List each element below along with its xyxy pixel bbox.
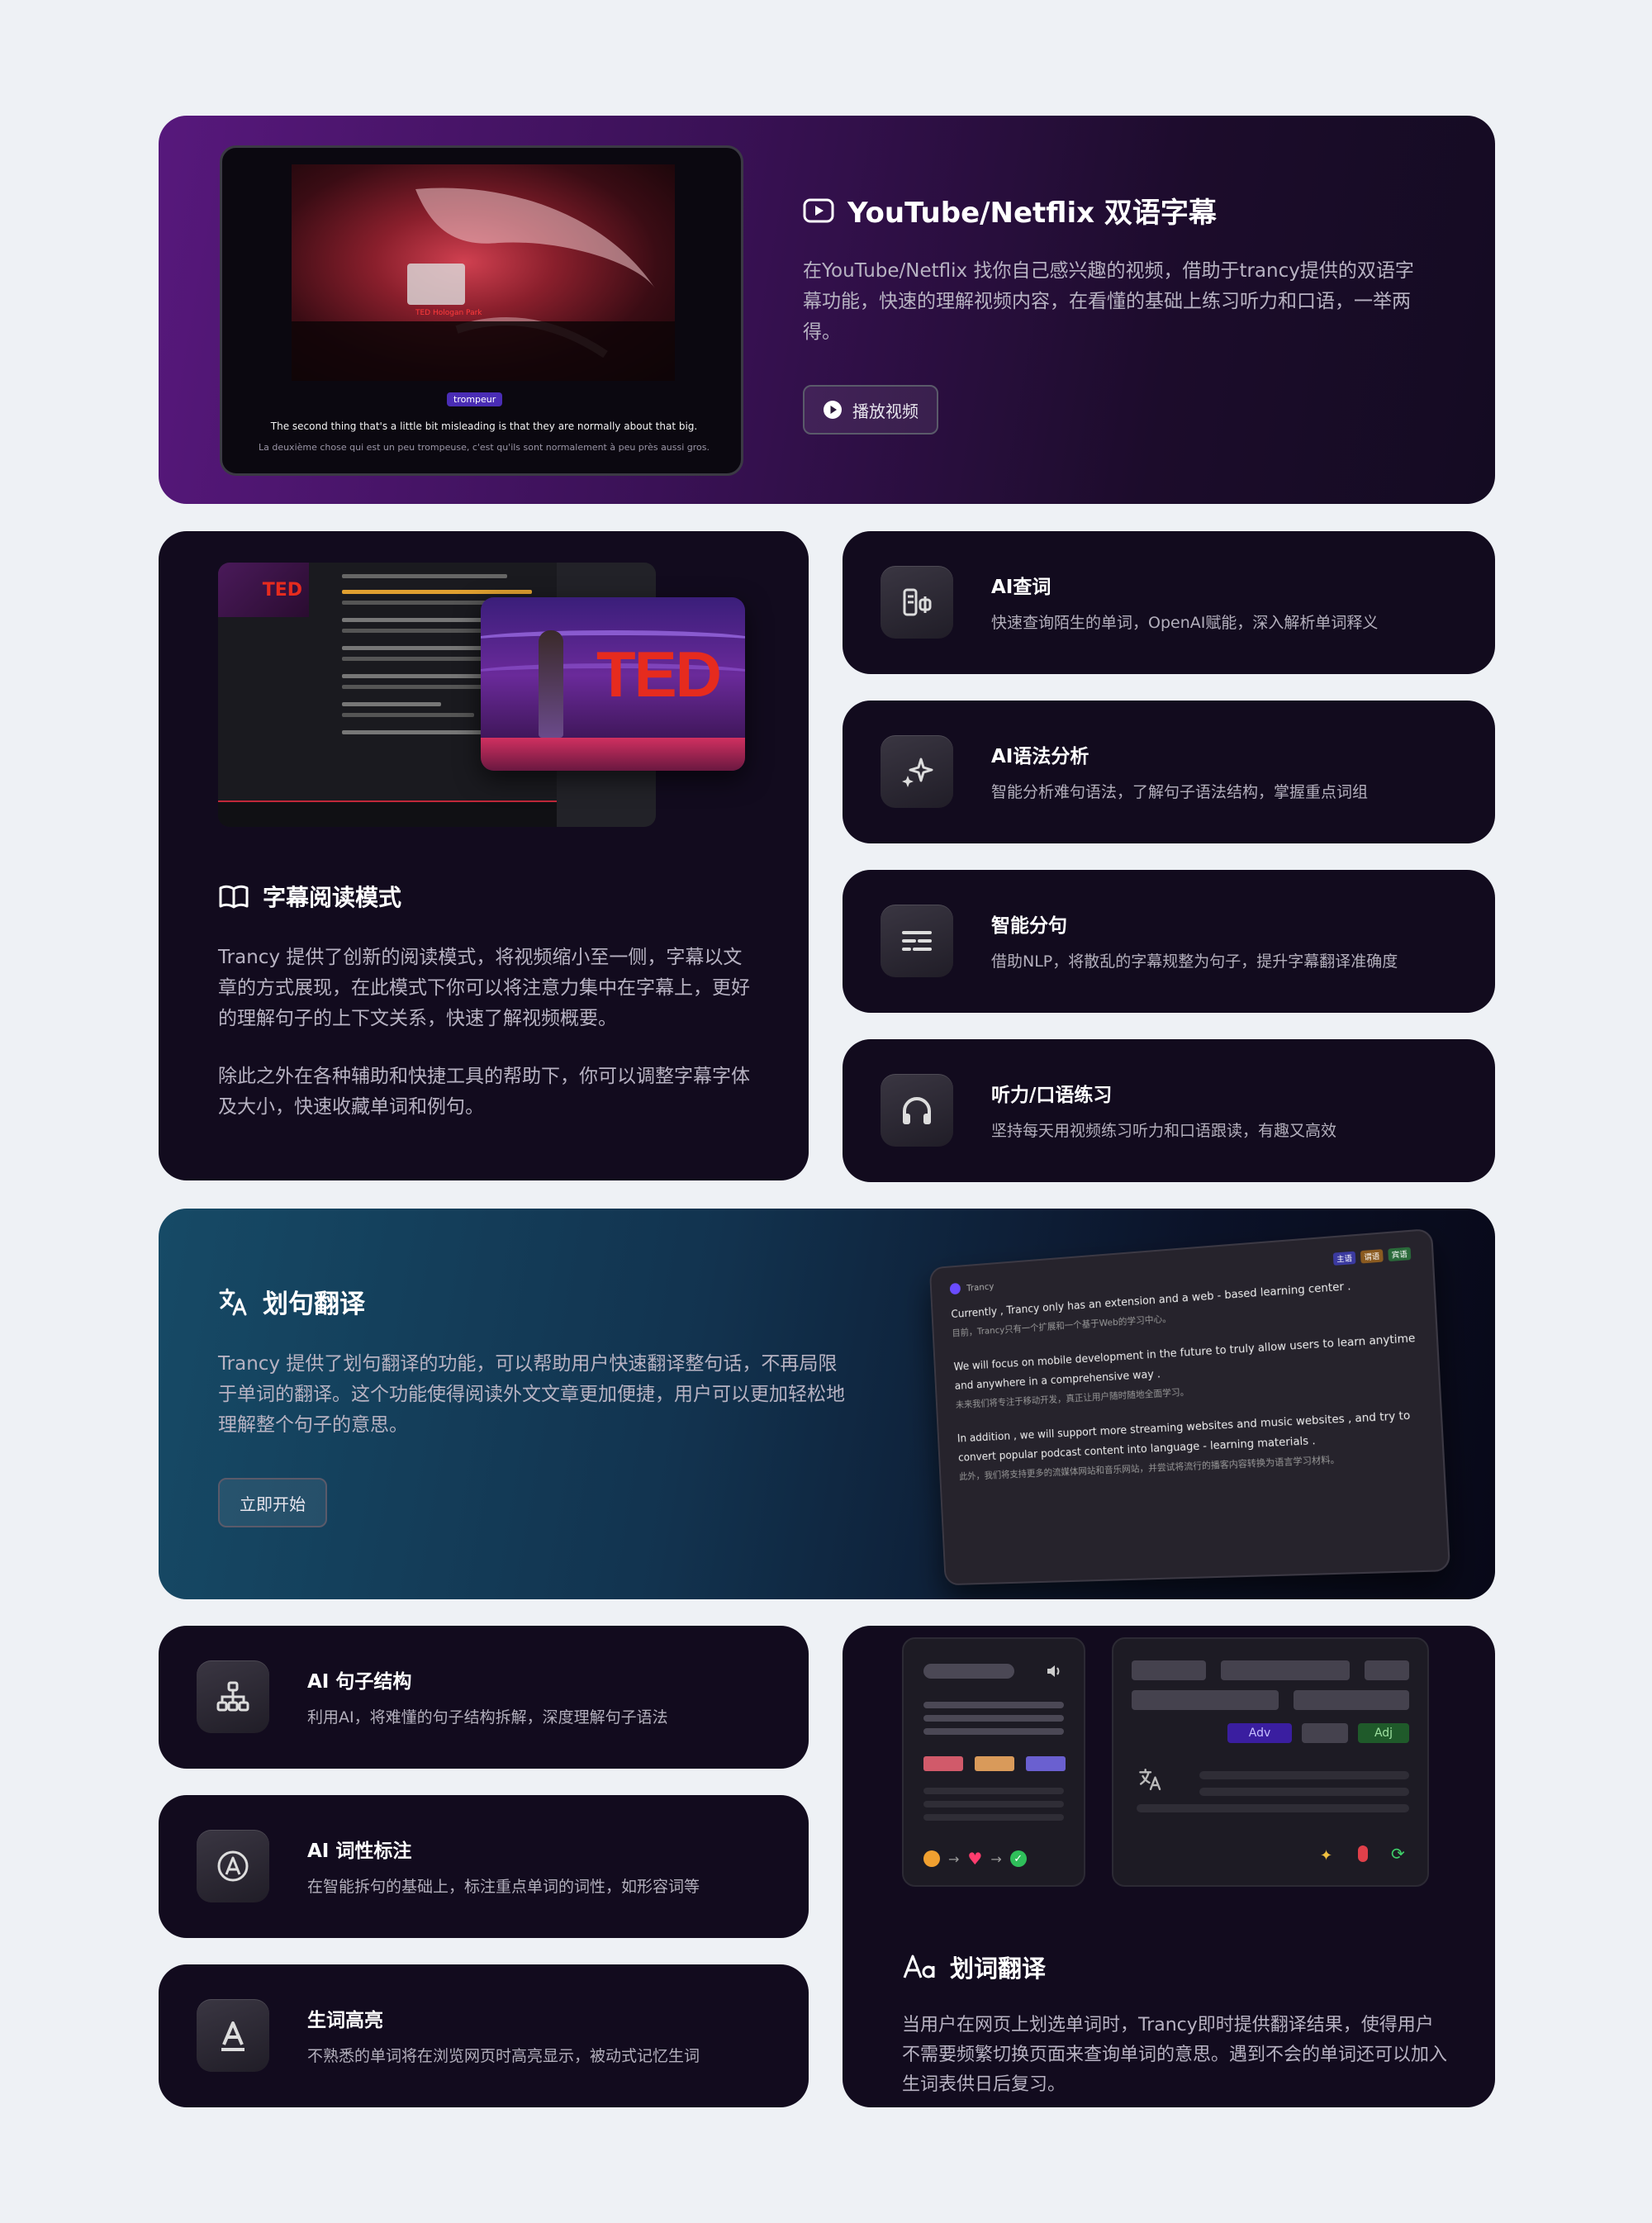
stage-logo: TED Hologan Park xyxy=(415,309,482,317)
trancy-logo-icon xyxy=(949,1282,961,1295)
sentence-demo-panel: Trancy Currently , Trancy only has an ex… xyxy=(928,1228,1451,1586)
sentence-translation-card: 划句翻译 Trancy 提供了划句翻译的功能，可以帮助用户快速翻译整句话，不再局… xyxy=(159,1209,1495,1599)
lines-icon xyxy=(881,905,953,977)
start-now-label: 立即开始 xyxy=(240,1494,306,1514)
stage-screen xyxy=(407,264,465,305)
clock-icon xyxy=(923,1850,940,1867)
youtube-title-row: YouTube/Netflix 双语字幕 xyxy=(803,190,1217,230)
sentence-title-row: 划句翻译 xyxy=(218,1283,365,1320)
sentence-title: 划句翻译 xyxy=(263,1290,365,1319)
speaker-figure xyxy=(539,630,563,738)
panel-brand: Trancy xyxy=(966,1280,995,1294)
ted-logo: TED xyxy=(596,638,722,710)
youtube-netflix-card: TED Hologan Park trompeur The second thi… xyxy=(159,116,1495,504)
youtube-title: YouTube/Netflix 双语字幕 xyxy=(847,197,1217,230)
check-icon: ✓ xyxy=(1009,1850,1027,1867)
feature-desc: 在智能拆句的基础上，标注重点单词的词性，如形容词等 xyxy=(307,1878,700,1896)
feature-title: 智能分句 xyxy=(991,915,1067,937)
magic-wand-icon[interactable]: ✦ xyxy=(1320,1847,1332,1864)
reading-player-bar[interactable] xyxy=(218,800,557,827)
feature-desc: 不熟悉的单词将在浏览网页时高亮显示，被动式记忆生词 xyxy=(307,2047,700,2065)
reading-title-row: 字幕阅读模式 xyxy=(218,880,401,913)
tag-adv[interactable]: Adv xyxy=(1227,1723,1292,1743)
word-demo-left: → ♥ → ✓ xyxy=(902,1637,1085,1887)
book-icon xyxy=(219,885,249,909)
feature-desc: 借助NLP，将散乱的字幕规整为句子，提升字幕翻译准确度 xyxy=(991,952,1398,971)
review-flow: → ♥ → ✓ xyxy=(923,1849,1027,1869)
sparkle-icon xyxy=(881,735,953,808)
word-title: 划词翻译 xyxy=(950,1955,1047,1983)
reading-mini-video: TED xyxy=(218,563,309,617)
ai-lookup-icon xyxy=(881,566,953,639)
feature-card-pos-tagging[interactable]: AI 词性标注 在智能拆句的基础上，标注重点单词的词性，如形容词等 xyxy=(159,1795,809,1938)
feature-desc: 坚持每天用视频练习听力和口语跟读，有趣又高效 xyxy=(991,1122,1337,1140)
text-size-icon xyxy=(903,1955,935,1978)
arrow-icon: → xyxy=(948,1850,960,1867)
tag-adj[interactable]: Adj xyxy=(1358,1723,1409,1743)
youtube-desc: 在YouTube/Netflix 找你自己感兴趣的视频，借助于trancy提供的… xyxy=(803,260,1414,343)
reading-desc-2: 除此之外在各种辅助和快捷工具的帮助下，你可以调整字幕字体及大小，快速收藏单词和例… xyxy=(218,1066,750,1118)
speaker-icon[interactable] xyxy=(1046,1664,1064,1679)
feature-card-sentence-structure[interactable]: AI 句子结构 利用AI，将难懂的句子结构拆解，深度理解句子语法 xyxy=(159,1626,809,1769)
whale-skeleton-graphic xyxy=(292,188,675,381)
reading-mode-card: TED TED 字幕阅读模式 Trancy 提供了创新的阅读模式，将视频缩小至一… xyxy=(159,531,809,1180)
subtitle-en[interactable]: The second thing that's a little bit mis… xyxy=(239,420,729,432)
feature-card-smart-split[interactable]: 智能分句 借助NLP，将散乱的字幕规整为句子，提升字幕翻译准确度 xyxy=(843,870,1495,1013)
feature-desc: 快速查询陌生的单词，OpenAI赋能，深入解析单词释义 xyxy=(991,614,1379,632)
play-box-icon xyxy=(803,198,834,222)
start-now-button[interactable]: 立即开始 xyxy=(218,1478,327,1527)
panel-sentence-3[interactable]: In addition , we will support more strea… xyxy=(957,1406,1422,1486)
play-video-label: 播放视频 xyxy=(852,401,919,421)
feature-title: AI语法分析 xyxy=(991,746,1089,767)
feature-card-listening[interactable]: 听力/口语练习 坚持每天用视频练习听力和口语跟读，有趣又高效 xyxy=(843,1039,1495,1182)
subtitle-fr[interactable]: La deuxième chose qui est un peu trompeu… xyxy=(239,442,729,453)
feature-title: AI 句子结构 xyxy=(307,1671,412,1693)
sentence-desc: Trancy 提供了划句翻译的功能，可以帮助用户快速翻译整句话，不再局限于单词的… xyxy=(218,1353,845,1436)
feature-card-word-highlight[interactable]: 生词高亮 不熟悉的单词将在浏览网页时高亮显示，被动式记忆生词 xyxy=(159,1964,809,2107)
feature-title: 听力/口语练习 xyxy=(991,1085,1113,1106)
feature-title: 生词高亮 xyxy=(307,2010,383,2031)
refresh-icon[interactable]: ⟳ xyxy=(1391,1844,1405,1864)
play-video-button[interactable]: 播放视频 xyxy=(803,385,938,435)
letter-a-icon xyxy=(197,1999,269,2072)
word-title-row: 划词翻译 xyxy=(902,1950,1046,1984)
hierarchy-icon xyxy=(197,1660,269,1733)
feature-desc: 利用AI，将难懂的句子结构拆解，深度理解句子语法 xyxy=(307,1708,668,1727)
heart-icon: ♥ xyxy=(967,1849,983,1869)
video-preview[interactable]: TED Hologan Park trompeur The second thi… xyxy=(220,145,743,476)
reading-title: 字幕阅读模式 xyxy=(263,884,402,911)
panel-sentence-2[interactable]: We will focus on mobile development in t… xyxy=(953,1329,1418,1414)
play-circle-icon xyxy=(824,401,842,419)
arrow-icon: → xyxy=(990,1850,1002,1867)
tag-object: 宾语 xyxy=(1388,1247,1412,1262)
tooltip-word[interactable]: trompeur xyxy=(447,392,503,406)
word-desc: 当用户在网页上划选单词时，Trancy即时提供翻译结果，使得用户不需要频繁切换页… xyxy=(902,2015,1448,2095)
translate-icon xyxy=(219,1288,247,1315)
feature-title: AI查词 xyxy=(991,577,1051,598)
at-a-icon xyxy=(197,1830,269,1902)
feature-title: AI 词性标注 xyxy=(307,1841,412,1862)
word-demo-right: Adv Adj ✦ ⟳ xyxy=(1112,1637,1429,1887)
word-translation-card: → ♥ → ✓ Adv Adj ✦ ⟳ 划词翻译 当用户在网页上划选单词时，Tr… xyxy=(843,1626,1495,2107)
tag-subject: 主语 xyxy=(1332,1251,1356,1266)
feature-desc: 智能分析难句语法，了解句子语法结构，掌握重点词组 xyxy=(991,783,1369,801)
headphones-icon xyxy=(881,1074,953,1147)
feature-card-ai-lookup[interactable]: AI查词 快速查询陌生的单词，OpenAI赋能，深入解析单词释义 xyxy=(843,531,1495,674)
tag-predicate: 谓语 xyxy=(1360,1249,1384,1264)
reading-desc-1: Trancy 提供了创新的阅读模式，将视频缩小至一侧，字幕以文章的方式展现，在此… xyxy=(218,947,750,1029)
translate-icon xyxy=(1139,1768,1161,1791)
microphone-icon[interactable] xyxy=(1358,1845,1368,1862)
feature-card-ai-grammar[interactable]: AI语法分析 智能分析难句语法，了解句子语法结构，掌握重点词组 xyxy=(843,701,1495,843)
video-frame: TED Hologan Park xyxy=(292,164,675,381)
mini-ted-logo: TED xyxy=(262,579,302,601)
ted-video-overlay[interactable]: TED xyxy=(481,597,745,771)
